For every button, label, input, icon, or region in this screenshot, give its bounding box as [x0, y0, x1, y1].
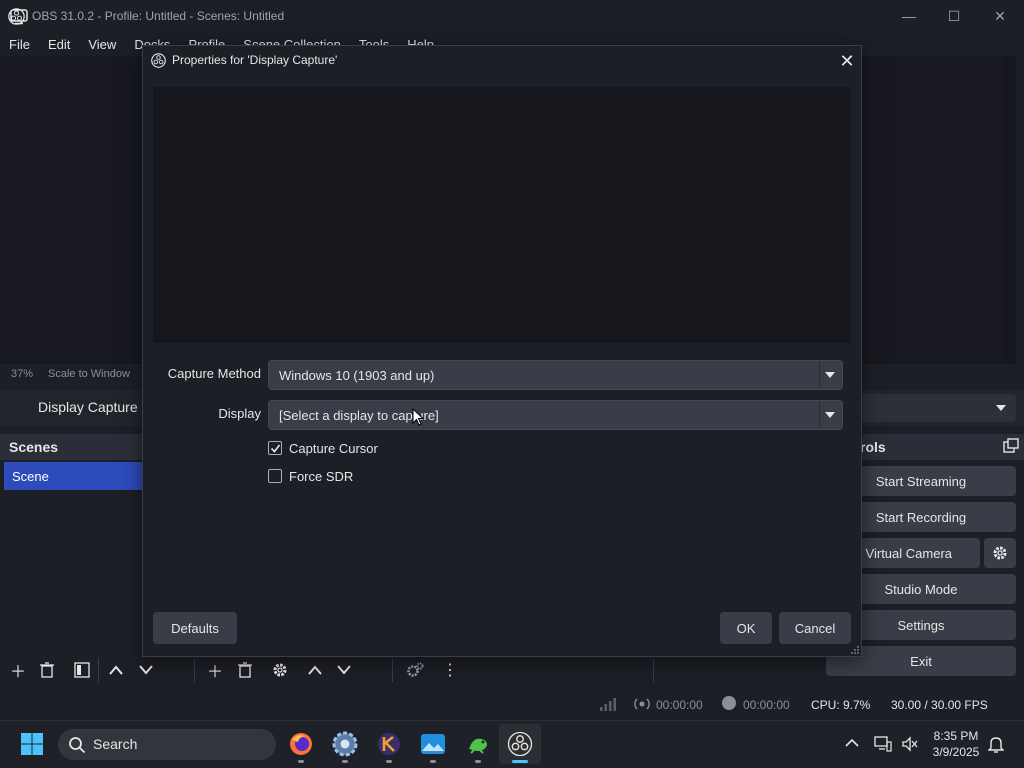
cpu-usage: CPU: 9.7%	[811, 698, 871, 712]
record-time: 00:00:00	[743, 698, 790, 712]
scene-filters-icon[interactable]	[70, 659, 94, 681]
running-indicator	[342, 760, 348, 763]
properties-dialog: Properties for 'Display Capture' ✕ Captu…	[142, 45, 862, 657]
running-indicator	[386, 760, 392, 763]
remove-source-icon[interactable]	[233, 659, 257, 681]
clock-date: 3/9/2025	[932, 745, 980, 759]
source-properties-gear-icon[interactable]	[268, 659, 292, 681]
dialog-close-icon[interactable]: ✕	[837, 51, 857, 71]
ok-button[interactable]: OK	[720, 612, 772, 644]
search-placeholder: Search	[93, 736, 138, 752]
undock-icon[interactable]	[1003, 438, 1019, 454]
tray-clock[interactable]: 8:35 PM 3/9/2025	[926, 728, 986, 762]
chevron-down-icon	[996, 405, 1006, 411]
photos-icon[interactable]	[420, 731, 446, 757]
record-status-icon	[722, 696, 736, 710]
running-indicator	[298, 760, 304, 763]
maximize-button[interactable]: ☐	[931, 0, 977, 32]
move-source-up-icon[interactable]	[303, 659, 327, 681]
move-scene-down-icon[interactable]	[134, 659, 158, 681]
show-hidden-icons-chevron-icon[interactable]	[845, 738, 859, 748]
defaults-button[interactable]: Defaults	[153, 612, 237, 644]
cancel-button[interactable]: Cancel	[779, 612, 851, 644]
stream-status-icon	[634, 698, 650, 710]
capture-method-select[interactable]: Windows 10 (1903 and up)	[268, 360, 843, 390]
gecko-icon[interactable]	[465, 731, 491, 757]
mouse-cursor-icon	[412, 408, 424, 426]
move-scene-up-icon[interactable]	[104, 659, 128, 681]
gear-icon	[993, 546, 1007, 560]
capture-method-label: Capture Method	[167, 366, 261, 381]
checkmark-icon	[270, 444, 280, 453]
capture-cursor-label[interactable]: Capture Cursor	[289, 441, 378, 456]
add-scene-icon[interactable]: ＋	[6, 659, 30, 681]
capture-cursor-checkbox[interactable]	[268, 441, 282, 455]
monitor-icon	[10, 9, 28, 25]
scenes-header: Scenes	[0, 434, 142, 460]
move-source-down-icon[interactable]	[332, 659, 356, 681]
capture-method-value: Windows 10 (1903 and up)	[279, 368, 435, 383]
search-icon	[69, 737, 86, 754]
running-indicator	[430, 760, 436, 763]
close-window-button[interactable]: ✕	[977, 0, 1023, 32]
firefox-icon[interactable]	[288, 731, 314, 757]
fps-counter: 30.00 / 30.00 FPS	[891, 698, 988, 712]
window-title: OBS 31.0.2 - Profile: Untitled - Scenes:…	[32, 9, 285, 23]
display-select[interactable]: [Select a display to capture]	[268, 400, 843, 430]
scale-mode[interactable]: Scale to Window	[48, 368, 130, 380]
audio-mixer-settings-icon[interactable]	[403, 659, 427, 681]
force-sdr-checkbox[interactable]	[268, 469, 282, 483]
running-indicator	[475, 760, 481, 763]
resize-grip-icon[interactable]	[850, 645, 860, 655]
notification-bell-icon[interactable]	[988, 735, 1004, 753]
force-sdr-label[interactable]: Force SDR	[289, 469, 353, 484]
menu-edit[interactable]: Edit	[48, 37, 70, 52]
obs-logo-icon	[151, 53, 166, 68]
windows-start-icon[interactable]	[20, 732, 44, 756]
obs-icon[interactable]	[507, 731, 533, 757]
active-app-indicator	[512, 760, 528, 763]
source-dropdown[interactable]	[858, 394, 1016, 422]
status-bar: 00:00:00 00:00:00 CPU: 9.7% 30.00 / 30.0…	[0, 690, 1024, 718]
chevron-down-icon	[825, 412, 835, 418]
minimize-button[interactable]: —	[886, 0, 932, 32]
network-signal-icon	[600, 698, 616, 711]
volume-muted-icon[interactable]	[901, 736, 919, 752]
add-source-icon[interactable]: ＋	[203, 659, 227, 681]
menu-file[interactable]: File	[9, 37, 30, 52]
more-options-icon[interactable]: ⋮	[438, 659, 462, 681]
remove-scene-icon[interactable]	[35, 659, 59, 681]
chevron-down-icon	[825, 372, 835, 378]
chrome-settings-icon[interactable]	[332, 731, 358, 757]
network-icon[interactable]	[874, 736, 892, 752]
dialog-title: Properties for 'Display Capture'	[172, 53, 338, 67]
stream-time: 00:00:00	[656, 698, 703, 712]
title-bar: OBS 31.0.2 - Profile: Untitled - Scenes:…	[0, 0, 1024, 32]
source-name: Display Capture	[38, 399, 138, 415]
taskbar-search-box[interactable]: Search	[58, 729, 276, 760]
menu-view[interactable]: View	[88, 37, 116, 52]
dialog-preview	[153, 87, 851, 343]
zoom-level: 37%	[11, 368, 34, 380]
scene-list-item[interactable]: Scene	[4, 462, 142, 490]
controls-header-label: rols	[860, 439, 886, 455]
clock-time: 8:35 PM	[933, 729, 979, 743]
display-label: Display	[218, 406, 261, 421]
virtual-camera-settings-button[interactable]	[984, 538, 1016, 568]
krita-icon[interactable]	[376, 731, 402, 757]
